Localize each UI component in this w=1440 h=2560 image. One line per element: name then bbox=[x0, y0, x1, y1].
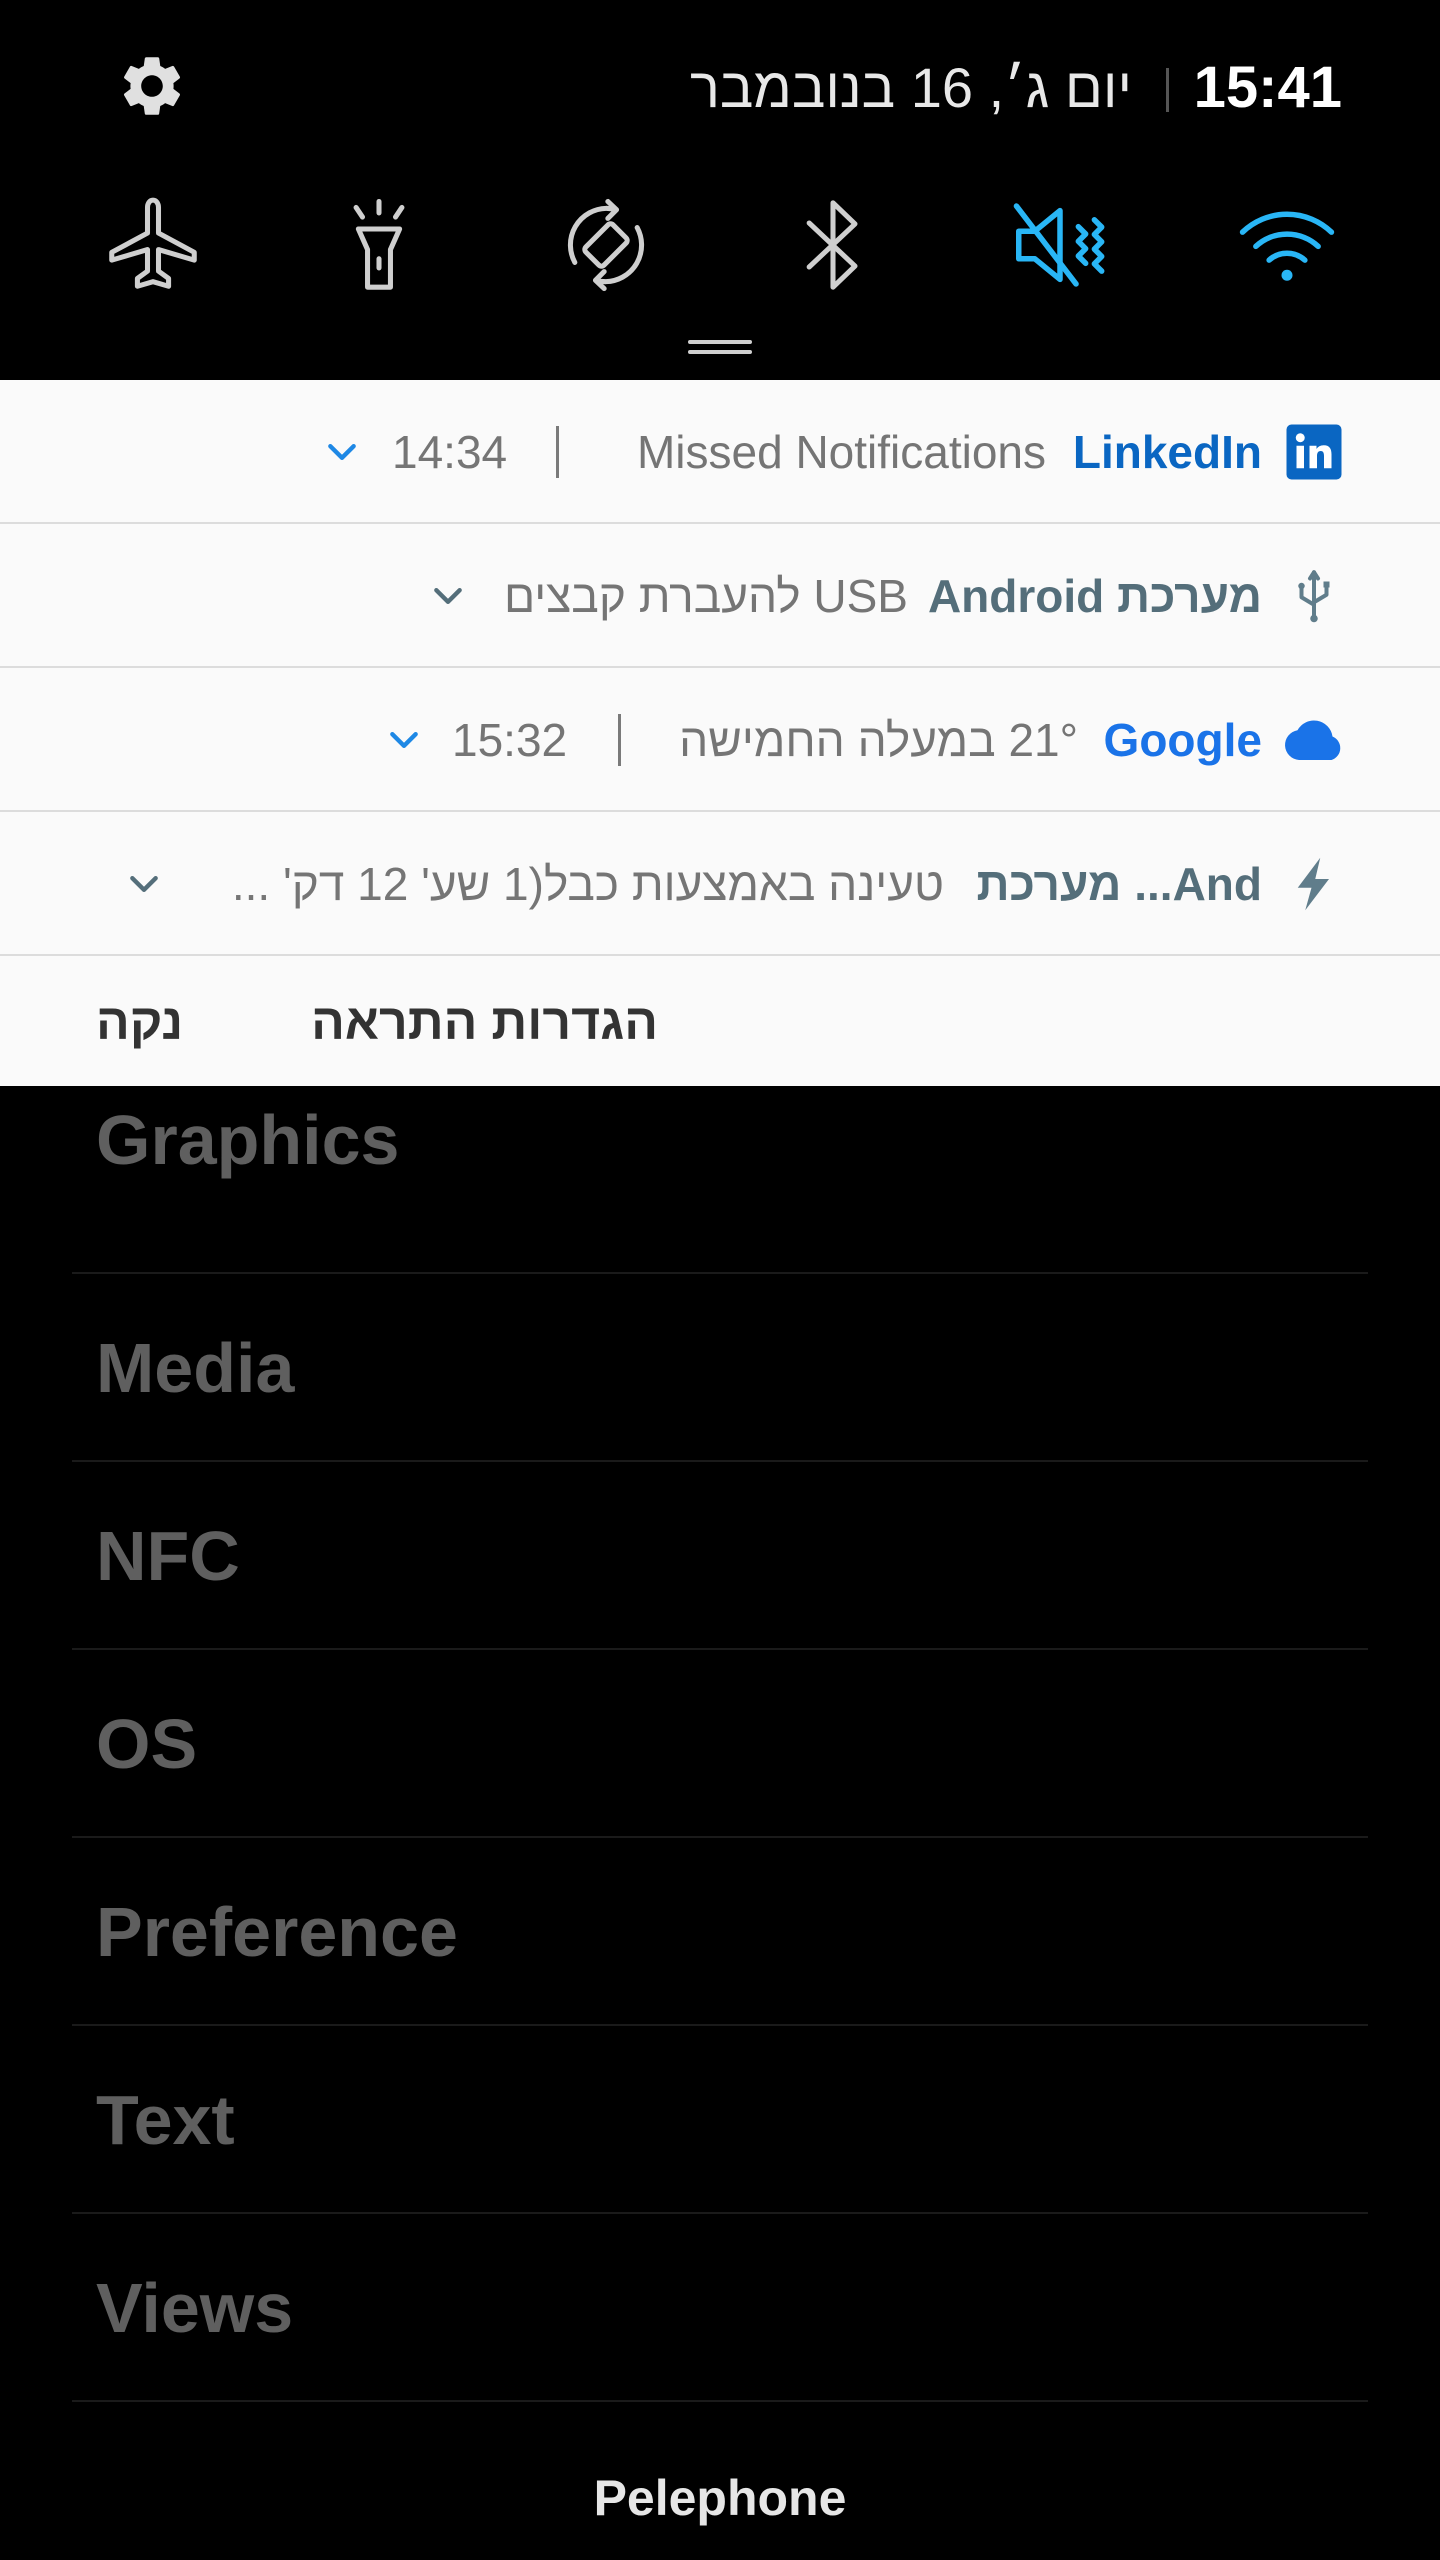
chevron-down-icon[interactable] bbox=[322, 432, 362, 472]
list-item[interactable]: NFC bbox=[72, 1462, 1368, 1650]
flashlight-icon[interactable] bbox=[324, 190, 434, 300]
status-separator bbox=[1166, 68, 1169, 112]
gear-icon[interactable] bbox=[116, 50, 188, 122]
list-item-label: Text bbox=[96, 2081, 235, 2159]
cloud-icon bbox=[1285, 720, 1341, 760]
list-item[interactable]: Views bbox=[72, 2214, 1368, 2402]
notification-text: Missed Notifications bbox=[636, 426, 1046, 478]
linkedin-icon bbox=[1286, 424, 1342, 480]
list-item-label: NFC bbox=[96, 1517, 240, 1595]
notification-app-name: Google bbox=[1103, 714, 1262, 766]
clear-button[interactable]: נקה bbox=[96, 990, 183, 1054]
notification-settings-button[interactable]: הגדרות התראה bbox=[311, 990, 658, 1054]
mute-vibrate-icon[interactable] bbox=[1005, 190, 1115, 300]
notification-text: טעינה באמצעות כבל(1 שע' 12 דק' ... bbox=[231, 858, 944, 910]
carrier-label: Pelephone bbox=[593, 2470, 847, 2526]
date-label: יום ג׳, 16 בנובמבר bbox=[689, 56, 1132, 119]
list-item-label: Media bbox=[96, 1329, 295, 1407]
list-item[interactable]: Text bbox=[72, 2026, 1368, 2214]
list-item[interactable]: OS bbox=[72, 1650, 1368, 1838]
list-item[interactable]: Graphics bbox=[72, 1086, 1368, 1274]
separator bbox=[618, 714, 621, 766]
chevron-down-icon[interactable] bbox=[124, 864, 164, 904]
notification-time: 15:32 bbox=[452, 714, 568, 766]
notification-charging[interactable]: מערכת ...And טעינה באמצעות כבל(1 שע' 12 … bbox=[0, 812, 1440, 956]
chevron-down-icon[interactable] bbox=[384, 720, 424, 760]
panel-drag-handle[interactable] bbox=[688, 340, 752, 354]
list-item[interactable]: Media bbox=[72, 1274, 1368, 1462]
screen: יום ג׳, 16 בנובמבר 15:41 LinkedIn Missed… bbox=[0, 0, 1440, 2560]
rotate-icon[interactable] bbox=[551, 190, 661, 300]
separator bbox=[556, 426, 559, 478]
list-item-label: Views bbox=[96, 2269, 294, 2347]
notification-linkedin[interactable]: LinkedIn Missed Notifications 14:34 bbox=[0, 380, 1440, 524]
bluetooth-icon[interactable] bbox=[778, 190, 888, 300]
clock: 15:41 bbox=[1193, 55, 1342, 120]
notification-usb[interactable]: מערכת Android USB להעברת קבצים bbox=[0, 524, 1440, 668]
notification-text: 21° במעלה החמישה bbox=[679, 714, 1078, 766]
notification-actions: הגדרות התראה נקה bbox=[0, 956, 1440, 1086]
quick-settings-header: יום ג׳, 16 בנובמבר 15:41 bbox=[0, 0, 1440, 380]
chevron-down-icon[interactable] bbox=[428, 576, 468, 616]
list-item[interactable]: Preference bbox=[72, 1838, 1368, 2026]
wifi-icon[interactable] bbox=[1232, 190, 1342, 300]
notification-text: USB להעברת קבצים bbox=[504, 570, 908, 622]
notification-app-name: LinkedIn bbox=[1072, 426, 1262, 478]
list-item-label: Graphics bbox=[96, 1101, 400, 1179]
list-item-label: Preference bbox=[96, 1893, 458, 1971]
notification-app-name: מערכת ...And bbox=[976, 858, 1262, 910]
bolt-icon bbox=[1297, 857, 1329, 911]
notification-panel: LinkedIn Missed Notifications 14:34 מערכ… bbox=[0, 380, 1440, 1086]
api-demos-list: Graphics Media NFC OS Preference Text Vi… bbox=[72, 1086, 1368, 2402]
notification-google[interactable]: Google 21° במעלה החמישה 15:32 bbox=[0, 668, 1440, 812]
airplane-icon[interactable] bbox=[98, 190, 208, 300]
notification-app-name: מערכת Android bbox=[927, 570, 1262, 622]
usb-icon bbox=[1298, 570, 1330, 623]
notification-time: 14:34 bbox=[392, 426, 508, 478]
list-item-label: OS bbox=[96, 1705, 198, 1783]
